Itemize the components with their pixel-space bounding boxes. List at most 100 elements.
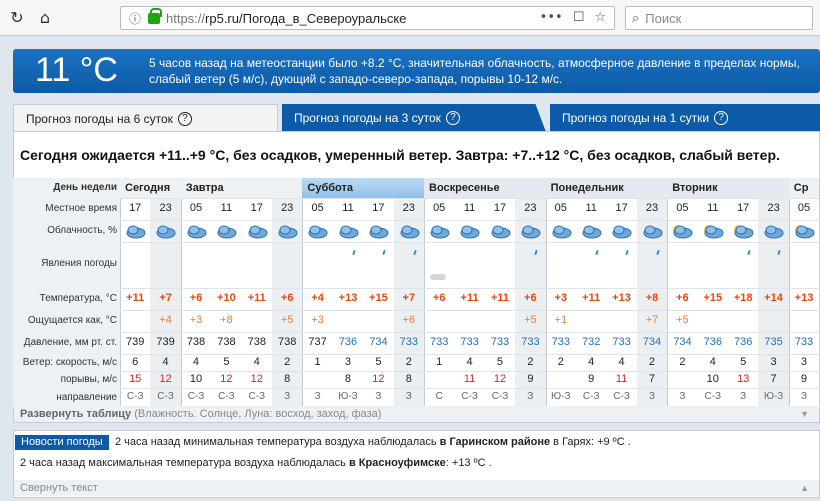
- pressure-cell: 733: [399, 336, 418, 348]
- wind-direction-cell: С: [435, 390, 443, 402]
- expand-table-button[interactable]: Развернуть таблицу (Влажность. Солнце, Л…: [14, 406, 819, 422]
- gust-cell: 9: [527, 372, 534, 385]
- time-cell: 17: [493, 202, 507, 214]
- wind-direction-cell: С-З: [157, 390, 174, 402]
- pressure-cell: 739: [156, 336, 175, 348]
- temperature-cell: +4: [311, 292, 324, 304]
- row-separator: [120, 220, 820, 221]
- chevron-down-icon: ▼: [800, 409, 809, 419]
- temperature-cell: +8: [645, 292, 659, 304]
- wind-speed-cell: 1: [436, 355, 443, 368]
- wind-speed-cell: 3: [770, 355, 777, 368]
- gust-cell: 7: [770, 372, 777, 385]
- day-header: Воскресенье: [424, 178, 546, 198]
- wind-direction-cell: З: [284, 390, 291, 402]
- day-header: Сегодня: [120, 178, 181, 198]
- gust-cell: 12: [493, 372, 507, 385]
- pressure-cell: 733: [521, 336, 540, 348]
- forecast-summary: Сегодня ожидается +11..+9 °С, без осадко…: [20, 147, 780, 163]
- cloud-icon: [430, 225, 450, 239]
- weather-news-button[interactable]: Новости погоды: [15, 435, 109, 450]
- wind-speed-cell: 4: [253, 355, 260, 368]
- news-item: 2 часа назад максимальная температура во…: [20, 457, 492, 469]
- tab-3-days[interactable]: Прогноз погоды на 3 суток ?: [282, 104, 546, 132]
- expand-note: (Влажность. Солнце, Луна: восход, заход,…: [134, 408, 382, 420]
- row-label-feels: Ощущается как, °C: [27, 315, 117, 326]
- pocket-icon[interactable]: ☐: [573, 10, 585, 25]
- home-icon[interactable]: ⌂: [34, 7, 56, 29]
- reload-icon[interactable]: ↻: [6, 7, 28, 29]
- wind-direction-cell: С-З: [613, 390, 630, 402]
- gust-cell: 11: [463, 372, 476, 385]
- rain-drop-icon: [382, 249, 386, 256]
- row-label-gust: порывы, м/с: [60, 373, 117, 385]
- wind-direction-cell: Ю-З: [551, 390, 571, 402]
- bookmark-star-icon[interactable]: ☆: [594, 10, 606, 25]
- wind-direction-cell: Ю-З: [338, 390, 358, 402]
- temperature-cell: +6: [280, 292, 294, 304]
- cloud-icon: [339, 225, 359, 239]
- pressure-cell: 736: [703, 336, 722, 348]
- tab-label: Прогноз погоды на 3 суток: [294, 111, 441, 125]
- wind-direction-cell: З: [679, 390, 686, 402]
- time-cell: 11: [463, 202, 476, 214]
- fog-icon: [430, 274, 446, 280]
- collapse-text-button[interactable]: Свернуть текст ▲: [14, 480, 819, 496]
- wind-speed-cell: 4: [709, 355, 716, 368]
- cloud-icon: [217, 225, 237, 239]
- gust-cell: 13: [737, 372, 750, 385]
- pressure-cell: 737: [308, 336, 327, 348]
- time-cell: 05: [797, 202, 811, 214]
- pressure-cell: 733: [490, 336, 510, 348]
- night-cloud-icon: [521, 225, 541, 239]
- gust-cell: 7: [648, 372, 656, 385]
- news-link[interactable]: в Гаринском районе: [440, 436, 550, 448]
- address-bar[interactable]: ⓘ https:// rp5.ru/Погода_в_Североуральск…: [120, 6, 615, 30]
- pressure-cell: 733: [551, 336, 570, 348]
- wind-speed-cell: 2: [557, 355, 564, 368]
- wind-direction-cell: З: [740, 390, 747, 402]
- pressure-cell: 736: [338, 336, 358, 348]
- gust-cell: 9: [588, 372, 595, 385]
- feels-like-cell: +5: [280, 314, 294, 326]
- help-icon[interactable]: ?: [714, 111, 729, 125]
- time-cell: 17: [615, 202, 628, 214]
- news-link[interactable]: в Красноуфимске: [349, 457, 446, 469]
- gust-cell: 10: [706, 372, 719, 385]
- wind-speed-cell: 2: [405, 355, 412, 368]
- cloud-icon: [794, 225, 815, 239]
- tab-1-day[interactable]: Прогноз погоды на 1 сутки ?: [550, 104, 820, 132]
- row-separator: [120, 198, 820, 199]
- cloud-icon: [552, 225, 572, 239]
- wind-direction-cell: С-З: [491, 390, 509, 402]
- tab-label: Прогноз погоды на 1 сутки: [562, 111, 710, 125]
- day-header: Завтра: [180, 178, 303, 198]
- cloud-icon: [673, 225, 693, 239]
- info-icon[interactable]: ⓘ: [126, 9, 144, 27]
- temperature-cell: +11: [582, 292, 601, 304]
- feels-like-cell: +6: [402, 314, 416, 326]
- temperature-cell: +6: [524, 292, 537, 304]
- help-icon[interactable]: ?: [177, 111, 192, 126]
- wind-speed-cell: 4: [162, 355, 169, 368]
- wind-speed-cell: 4: [192, 355, 200, 368]
- row-label-cloud: Облачность, %: [47, 225, 117, 236]
- collapse-label: Свернуть текст: [20, 482, 98, 494]
- temperature-cell: +7: [402, 292, 416, 304]
- wind-direction-cell: З: [527, 390, 534, 402]
- temperature-cell: +15: [369, 292, 388, 304]
- help-icon[interactable]: ?: [445, 111, 460, 125]
- time-cell: 17: [737, 202, 750, 214]
- gust-cell: 8: [405, 372, 412, 385]
- time-cell: 23: [645, 202, 659, 214]
- wind-speed-cell: 4: [588, 355, 595, 368]
- row-separator: [120, 310, 820, 311]
- time-cell: 17: [129, 202, 142, 214]
- wind-speed-cell: 4: [466, 355, 473, 368]
- tab-6-days[interactable]: Прогноз погоды на 6 суток ?: [13, 104, 278, 132]
- more-icon[interactable]: •••: [540, 10, 563, 25]
- lock-icon[interactable]: [148, 7, 162, 24]
- search-input[interactable]: ⌕ Поиск: [625, 6, 813, 30]
- gust-cell: 15: [129, 372, 142, 385]
- rain-drop-icon: [352, 249, 356, 256]
